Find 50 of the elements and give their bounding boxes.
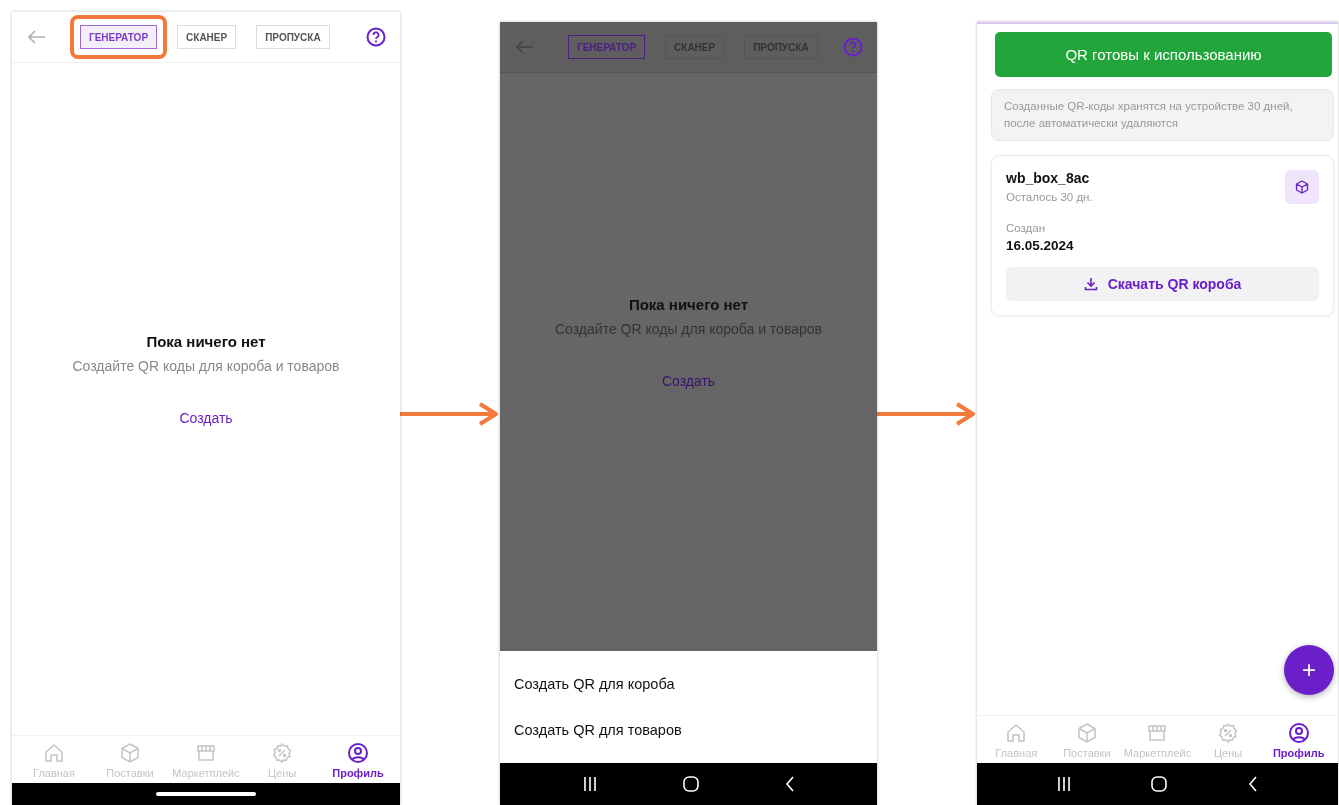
nav-tab[interactable]: Маркетплейс bbox=[168, 742, 244, 779]
create-link[interactable]: Создать bbox=[179, 409, 233, 426]
nav-tab[interactable]: Цены bbox=[244, 742, 320, 779]
arrow-icon bbox=[877, 402, 977, 426]
home-icon bbox=[43, 742, 65, 764]
remaining-text: Осталось 30 дн. bbox=[1006, 191, 1093, 203]
sheet-option[interactable]: Создать QR для товаров bbox=[500, 707, 877, 753]
nav-tab[interactable]: Маркетплейс bbox=[1122, 722, 1193, 759]
nav-tab[interactable]: Главная bbox=[981, 722, 1052, 759]
recents-icon[interactable] bbox=[582, 776, 597, 792]
percent-icon bbox=[1217, 722, 1240, 744]
nav-tab[interactable]: Профиль bbox=[1263, 722, 1334, 759]
create-link[interactable]: Создать bbox=[661, 372, 716, 389]
qr-name: wb_box_8ac bbox=[1006, 170, 1091, 186]
empty-title: Пока ничего нет bbox=[628, 295, 749, 313]
nav-tab[interactable]: Цены bbox=[1192, 722, 1264, 759]
home-icon[interactable] bbox=[681, 775, 700, 793]
info-notice: Созданные QR-коды хранятся на устройстве 30 дней, после автоматически удаляются bbox=[991, 89, 1334, 141]
recents-icon[interactable] bbox=[1056, 776, 1071, 792]
tab[interactable]: СКАНЕР bbox=[177, 25, 237, 49]
percent-icon bbox=[271, 742, 293, 764]
store-icon bbox=[1146, 722, 1169, 744]
nav-tab[interactable]: Поставки bbox=[1051, 722, 1123, 759]
download-button[interactable]: Скачать QR короба bbox=[1006, 267, 1319, 301]
sheet-option[interactable]: Создать QR для короба bbox=[500, 661, 877, 707]
tab[interactable]: ПРОПУСКА bbox=[256, 25, 330, 49]
nav-tab[interactable]: Главная bbox=[16, 742, 92, 779]
cube-icon bbox=[1285, 170, 1319, 204]
box-icon bbox=[1075, 722, 1098, 744]
created-date: 16.05.2024 bbox=[1006, 238, 1075, 253]
nav-tab[interactable]: Профиль bbox=[320, 742, 396, 779]
profile-icon bbox=[1287, 722, 1310, 744]
success-toast: QR готовы к использованию bbox=[995, 32, 1332, 77]
back-icon[interactable] bbox=[1248, 776, 1259, 792]
empty-title: Пока ничего нет bbox=[146, 332, 266, 350]
help-icon[interactable] bbox=[366, 27, 386, 47]
back-icon[interactable] bbox=[784, 776, 795, 792]
box-icon bbox=[119, 742, 141, 764]
store-icon bbox=[195, 742, 217, 764]
empty-text: Создайте QR коды для короба и товаров bbox=[72, 357, 340, 374]
nav-tab[interactable]: Поставки bbox=[92, 742, 168, 779]
created-label: Создан bbox=[1006, 222, 1047, 234]
add-button[interactable]: + bbox=[1284, 645, 1334, 695]
arrow-icon bbox=[400, 402, 500, 426]
profile-icon bbox=[347, 742, 369, 764]
home-icon[interactable] bbox=[1150, 775, 1169, 793]
tab[interactable]: ГЕНЕРАТОР bbox=[80, 25, 158, 49]
download-icon bbox=[1083, 277, 1098, 291]
home-icon bbox=[1005, 722, 1028, 744]
tab[interactable]: ГЕНЕРАТОР bbox=[568, 35, 646, 59]
